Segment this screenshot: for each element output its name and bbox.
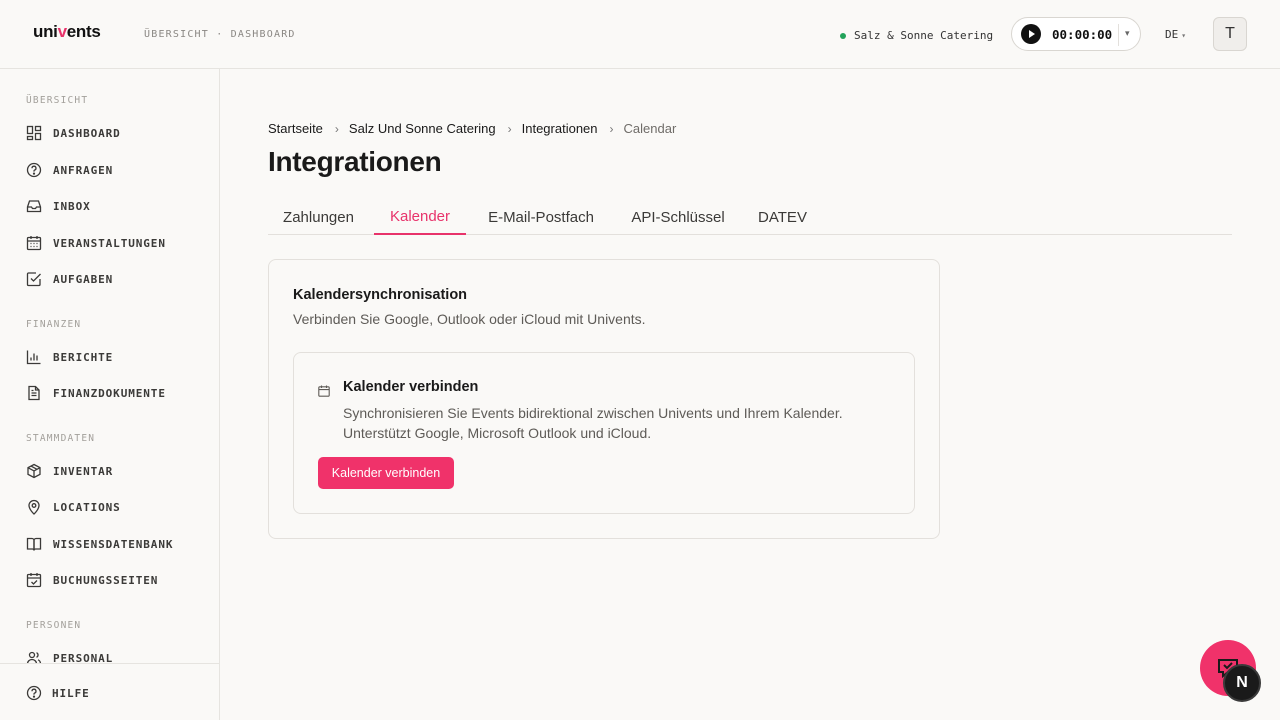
tab-email-postfach[interactable]: E-Mail-Postfach	[478, 199, 604, 235]
breadcrumb-tenant[interactable]: Salz Und Sonne Catering	[349, 121, 496, 136]
breadcrumb-integrationen[interactable]: Integrationen	[522, 121, 598, 136]
sidebar-footer: HILFE	[0, 663, 219, 720]
header-breadcrumb: ÜBERSICHT · DASHBOARD	[144, 29, 296, 40]
time-tracker: 00:00:00 ▾	[1011, 17, 1141, 51]
bar-chart-icon	[26, 350, 41, 365]
sidebar-item-dashboard[interactable]: DASHBOARD	[26, 123, 121, 143]
page-title: Integrationen	[268, 146, 442, 177]
notification-badge[interactable]: N	[1223, 664, 1261, 702]
chevron-down-icon[interactable]: ▾	[1125, 28, 1130, 39]
sidebar-item-anfragen[interactable]: ANFRAGEN	[26, 160, 113, 180]
sidebar-item-inbox[interactable]: INBOX	[26, 196, 91, 216]
map-pin-icon	[28, 499, 40, 515]
tenant-name: Salz & Sonne Catering	[854, 29, 994, 42]
checkbox-icon	[26, 272, 41, 287]
calendar-icon	[26, 236, 42, 251]
tenant-selector[interactable]: Salz & Sonne Catering	[840, 29, 993, 42]
chevron-right-icon: ›	[507, 121, 512, 136]
sidebar-item-hilfe[interactable]: HILFE	[26, 683, 90, 703]
sidebar-item-berichte[interactable]: BERICHTE	[26, 347, 113, 367]
sidebar-item-locations[interactable]: LOCATIONS	[26, 497, 121, 517]
connect-calendar-description: Synchronisieren Sie Events bidirektional…	[343, 405, 843, 441]
breadcrumb-current: Calendar	[623, 121, 677, 136]
univents-logo[interactable]: univents	[33, 22, 101, 42]
tab-bar: Zahlungen Kalender E-Mail-Postfach API-S…	[268, 199, 1232, 235]
sidebar-item-finanzdokumente[interactable]: FINANZDOKUMENTE	[26, 383, 166, 403]
timer-value: 00:00:00	[1052, 26, 1113, 42]
language-selector[interactable]: DE ▾	[1165, 28, 1186, 41]
sidebar-item-buchungsseiten[interactable]: BUCHUNGSSEITEN	[26, 570, 158, 590]
user-avatar[interactable]: T	[1213, 17, 1247, 51]
sidebar-item-inventar[interactable]: INVENTAR	[26, 461, 113, 481]
calendar-check-icon	[26, 573, 42, 588]
package-icon	[27, 463, 41, 479]
connect-calendar-panel: Kalender verbinden Synchronisieren Sie E…	[293, 352, 915, 514]
calendar-icon	[318, 385, 330, 397]
card-subtitle: Verbinden Sie Google, Outlook oder iClou…	[293, 311, 646, 327]
sidebar-section-people: PERSONEN	[26, 620, 82, 631]
chevron-right-icon: ›	[609, 121, 614, 136]
breadcrumb-startseite[interactable]: Startseite	[268, 121, 323, 136]
calendar-sync-card: Kalendersynchronisation Verbinden Sie Go…	[268, 259, 940, 539]
sidebar-section-master: STAMMDATEN	[26, 433, 96, 444]
connect-calendar-title: Kalender verbinden	[343, 379, 479, 395]
help-icon	[26, 685, 42, 701]
inbox-icon	[26, 200, 42, 213]
sidebar-item-wissensdatenbank[interactable]: WISSENSDATENBANK	[26, 534, 173, 554]
breadcrumb: Startseite › Salz Und Sonne Catering › I…	[268, 121, 676, 136]
tab-datev[interactable]: DATEV	[751, 199, 814, 235]
status-dot	[840, 32, 846, 39]
play-icon[interactable]	[1021, 24, 1041, 44]
sidebar-section-finance: FINANZEN	[26, 319, 82, 330]
dashboard-icon	[26, 125, 42, 141]
tab-api-schluessel[interactable]: API-Schlüssel	[623, 199, 733, 235]
timer-divider	[1118, 24, 1119, 46]
question-icon	[26, 162, 42, 178]
top-bar: univents ÜBERSICHT · DASHBOARD Salz & So…	[0, 0, 1280, 69]
card-title: Kalendersynchronisation	[293, 287, 468, 303]
book-icon	[26, 537, 42, 551]
tab-zahlungen[interactable]: Zahlungen	[268, 199, 369, 235]
sidebar-item-veranstaltungen[interactable]: VERANSTALTUNGEN	[26, 233, 166, 253]
document-icon	[28, 385, 40, 401]
tab-kalender[interactable]: Kalender	[374, 199, 466, 235]
sidebar: ÜBERSICHT DASHBOARD ANFRAGEN INBOX VERAN…	[0, 69, 220, 720]
connect-calendar-button[interactable]: Kalender verbinden	[318, 457, 454, 489]
chevron-right-icon: ›	[334, 121, 339, 136]
sidebar-item-aufgaben[interactable]: AUFGABEN	[26, 269, 113, 289]
sidebar-section-overview: ÜBERSICHT	[26, 95, 89, 106]
chevron-down-icon: ▾	[1181, 31, 1187, 40]
